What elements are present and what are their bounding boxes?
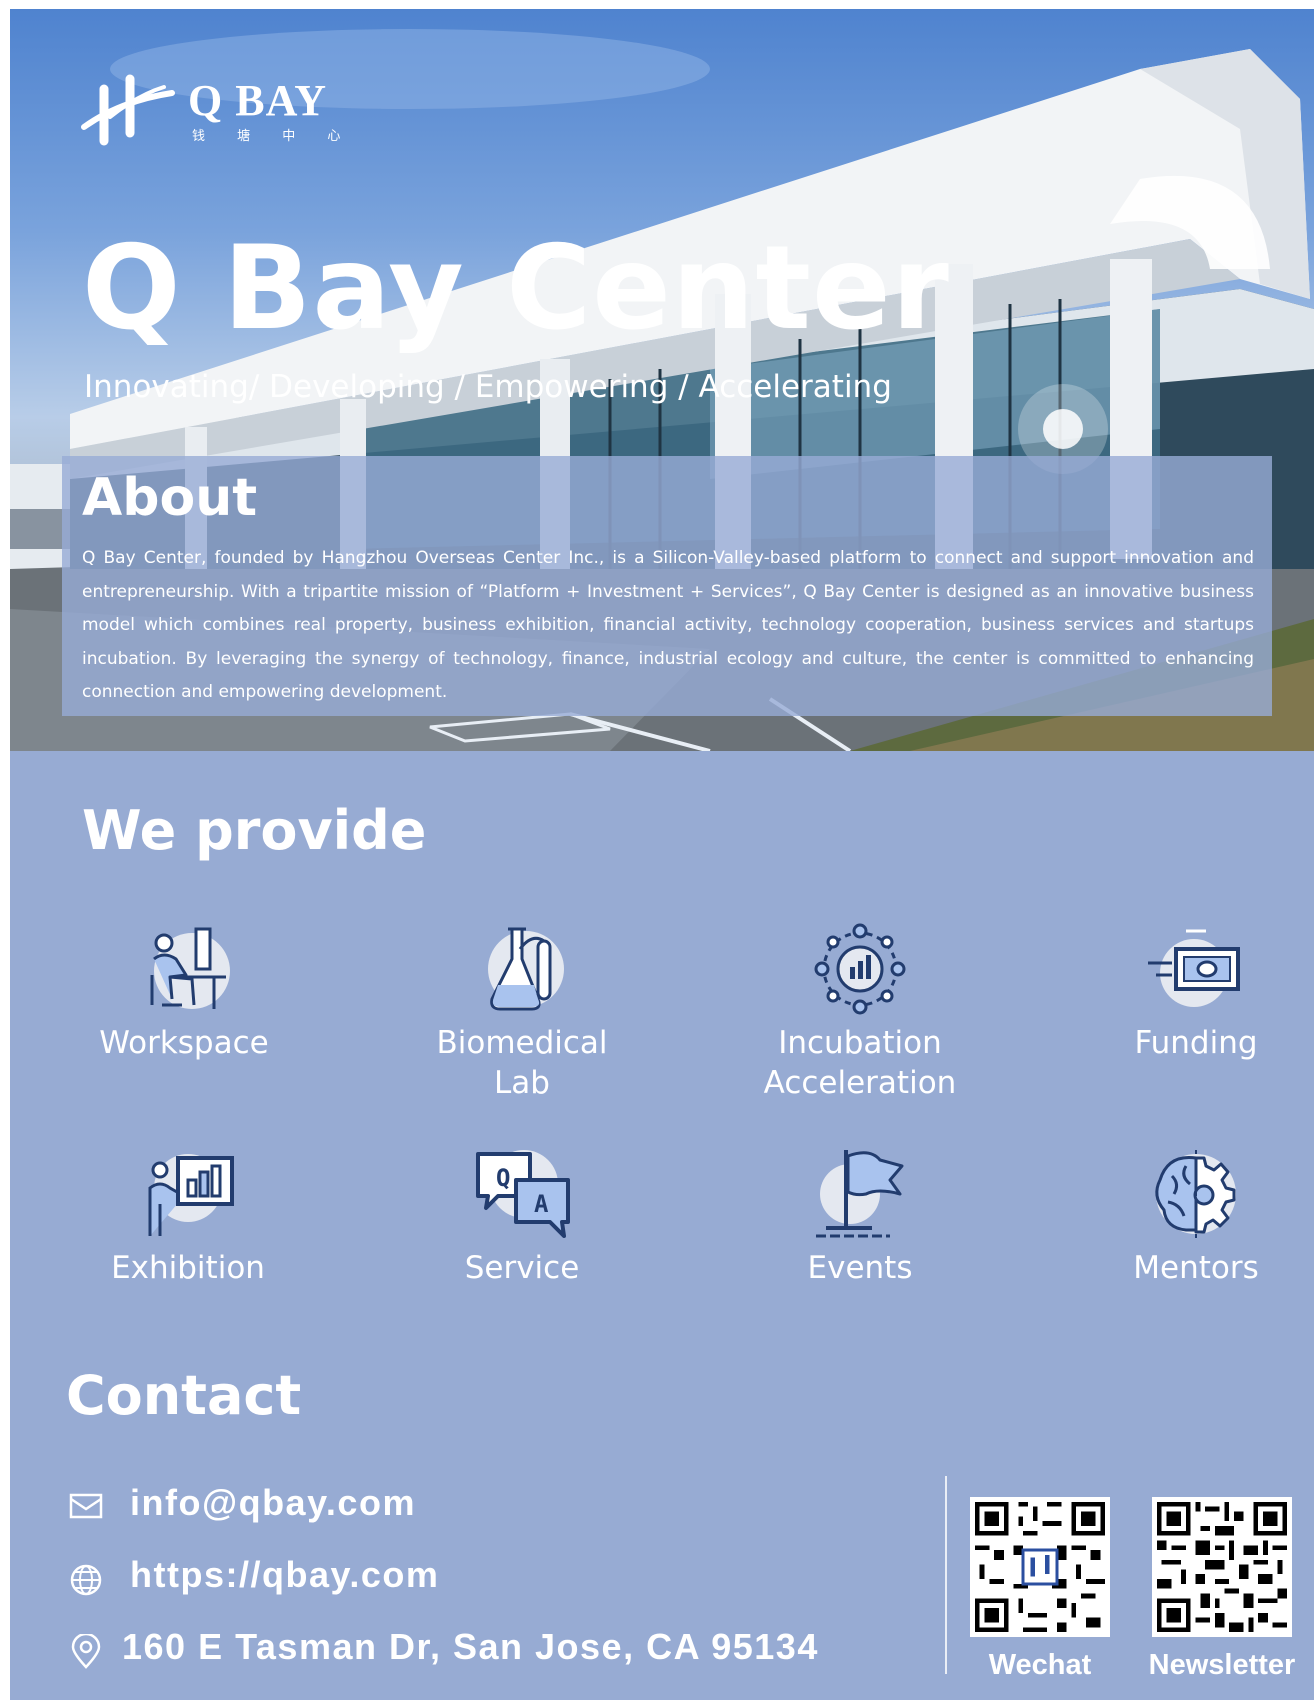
service-label: Events	[807, 1250, 913, 1286]
flask-icon	[488, 927, 564, 1011]
service-item-biomedical-lab: Biomedical Lab	[372, 919, 672, 1103]
logo-subtext: 钱 塘 中 心	[192, 129, 355, 144]
globe-icon	[70, 1564, 102, 1596]
flag-icon	[816, 1150, 904, 1238]
contact-address: 160 E Tasman Dr, San Jose, CA 95134	[122, 1626, 819, 1667]
brain-gear-icon	[1155, 1150, 1236, 1238]
svg-text:Q: Q	[496, 1164, 510, 1192]
incubation-icon	[814, 923, 906, 1015]
service-label: Funding	[1134, 1025, 1258, 1061]
qr-code-newsletter-icon[interactable]	[1152, 1497, 1292, 1637]
service-label: Mentors	[1133, 1250, 1259, 1286]
service-label: Biomedical Lab	[436, 1025, 608, 1101]
tagline: Innovating/ Developing / Empowering / Ac…	[84, 369, 892, 405]
service-item-mentors: Mentors	[1046, 1144, 1314, 1288]
qr-label-newsletter: Newsletter	[1148, 1649, 1296, 1681]
hero-section: Q BAY 钱 塘 中 心 Q Bay Center Innovating/ D…	[10, 9, 1314, 751]
service-item-events: Events	[710, 1144, 1010, 1288]
service-label: Incubation Acceleration	[763, 1025, 957, 1101]
page-title: Q Bay Center	[82, 221, 950, 356]
service-label: Exhibition	[111, 1250, 265, 1286]
qr-label-wechat: Wechat	[988, 1649, 1092, 1681]
svg-text:A: A	[534, 1190, 549, 1218]
flyer-page: Q BAY 钱 塘 中 心 Q Bay Center Innovating/ D…	[10, 9, 1314, 1700]
logo-wordmark: Q BAY	[188, 76, 328, 125]
location-pin-icon	[71, 1634, 101, 1669]
workspace-icon	[150, 927, 230, 1009]
service-item-exhibition: Exhibition	[38, 1144, 338, 1288]
presentation-icon	[148, 1154, 234, 1236]
service-item-funding: Funding	[1046, 919, 1314, 1063]
contact-website-link[interactable]: https://qbay.com	[130, 1554, 439, 1596]
qr-code-wechat-icon[interactable]	[970, 1497, 1110, 1637]
about-heading: About	[82, 468, 258, 528]
service-label: Service	[464, 1250, 580, 1286]
contact-email[interactable]: info@qbay.com	[130, 1482, 416, 1524]
service-item-workspace: Workspace	[34, 919, 334, 1063]
service-label: Workspace	[99, 1025, 269, 1061]
contact-heading: Contact	[66, 1364, 302, 1427]
service-item-incubation: Incubation Acceleration	[710, 919, 1010, 1103]
about-paragraph: Q Bay Center, founded by Hangzhou Overse…	[82, 548, 1254, 702]
about-panel: About Q Bay Center, founded by Hangzhou …	[62, 456, 1272, 716]
contact-divider	[945, 1476, 947, 1674]
service-item-service: Q A Service	[372, 1144, 672, 1288]
provide-heading: We provide	[82, 799, 427, 862]
money-icon	[1148, 929, 1240, 1007]
mail-icon	[69, 1493, 103, 1519]
qa-chat-icon: Q A	[476, 1150, 570, 1238]
